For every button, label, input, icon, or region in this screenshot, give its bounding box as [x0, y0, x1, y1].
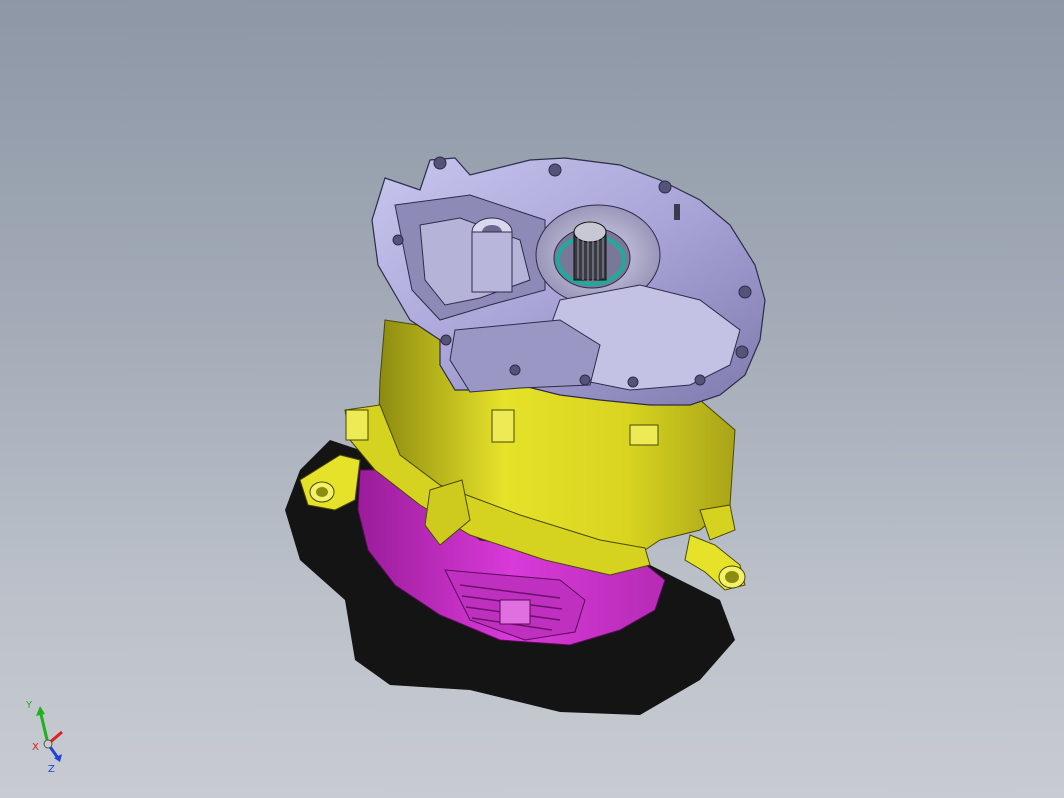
triad-origin	[43, 739, 53, 749]
cad-viewport[interactable]: Y X Z	[0, 0, 1064, 798]
output-shaft[interactable]	[573, 221, 607, 281]
z-axis-label: Z	[48, 764, 55, 775]
y-arrow-icon	[36, 706, 45, 716]
y-axis-label: Y	[25, 700, 33, 711]
view-orientation-triad[interactable]: Y X Z	[18, 696, 88, 776]
assembly-model-view[interactable]	[0, 0, 1064, 798]
y-axis	[38, 709, 50, 745]
x-axis-label: X	[32, 742, 39, 753]
